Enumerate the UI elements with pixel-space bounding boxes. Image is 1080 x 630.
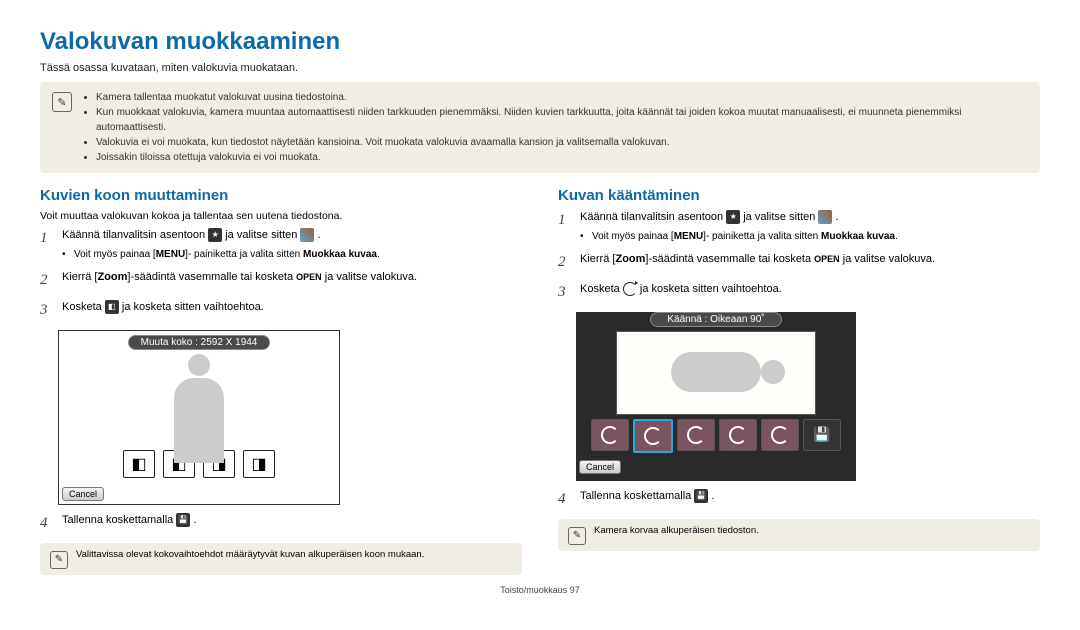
screenshot-label: Muuta koko : 2592 X 1944: [128, 335, 270, 350]
cancel-button[interactable]: Cancel: [579, 460, 621, 474]
tip-text: Valittavissa olevat kokovaihtoehdot määr…: [76, 549, 424, 569]
step-text: ]-säädintä vasemmalle tai kosketa: [127, 271, 296, 283]
zoom-label: Zoom: [97, 271, 127, 283]
resize-option-icon[interactable]: ◨: [243, 450, 275, 478]
step-text: .: [318, 229, 321, 241]
tip-text: Kamera korvaa alkuperäisen tiedoston.: [594, 525, 759, 545]
step-text: Tallenna koskettamalla: [62, 514, 176, 526]
note-icon: ✎: [50, 551, 68, 569]
step-text: Kierrä [: [62, 271, 97, 283]
rotate-option-icon[interactable]: [591, 419, 629, 451]
edit-image-icon: [300, 228, 314, 242]
rotate-screenshot: Käännä : Oikeaan 90˚ 💾 Cancel: [576, 312, 856, 481]
main-callout: ✎ Kamera tallentaa muokatut valokuvat uu…: [40, 82, 1040, 173]
resize-icon: ◧: [105, 300, 119, 314]
save-icon: 💾: [176, 513, 190, 527]
callout-bullet: Kamera tallentaa muokatut valokuvat uusi…: [96, 90, 1028, 105]
zoom-label: Zoom: [615, 253, 645, 265]
step-text: ja valitse sitten: [743, 211, 818, 223]
callout-bullet: Valokuvia ei voi muokata, kun tiedostot …: [96, 135, 1028, 150]
rotate-option-icon[interactable]: [719, 419, 757, 451]
step-number: 4: [558, 489, 570, 511]
step-text: Käännä tilanvalitsin asentoon: [580, 211, 726, 223]
bold-text: Muokkaa kuvaa: [821, 231, 895, 242]
edit-image-icon: [818, 210, 832, 224]
save-icon: 💾: [694, 489, 708, 503]
bullet-text: .: [895, 231, 898, 242]
callout-bullet: Kun muokkaat valokuvia, kamera muuntaa a…: [96, 105, 1028, 135]
intro-text: Tässä osassa kuvataan, miten valokuvia m…: [40, 62, 1040, 74]
step-number: 3: [40, 300, 52, 322]
step-text: ja kosketa sitten vaihtoehtoa.: [122, 301, 264, 313]
left-tip: ✎ Valittavissa olevat kokovaihtoehdot mä…: [40, 543, 522, 575]
rotate-option-icon[interactable]: [677, 419, 715, 451]
open-label: OPEN: [814, 254, 840, 264]
step-text: ]-säädintä vasemmalle tai kosketa: [645, 253, 814, 265]
menu-label: MENU: [674, 231, 703, 242]
step-text: Kosketa: [580, 283, 623, 295]
bold-text: Muokkaa kuvaa: [303, 249, 377, 260]
bullet-text: .: [377, 249, 380, 260]
right-heading: Kuvan kääntäminen: [558, 187, 1040, 204]
open-label: OPEN: [296, 272, 322, 282]
step-number: 4: [40, 513, 52, 535]
step-number: 3: [558, 282, 570, 304]
step-number: 2: [40, 270, 52, 292]
step-text: Käännä tilanvalitsin asentoon: [62, 229, 208, 241]
step-text: ja valitse sitten: [225, 229, 300, 241]
screenshot-label: Käännä : Oikeaan 90˚: [650, 312, 782, 327]
step-number: 2: [558, 252, 570, 274]
bullet-text: ]- painiketta ja valita sitten: [185, 249, 303, 260]
menu-label: MENU: [156, 249, 185, 260]
rotate-option-icon[interactable]: [761, 419, 799, 451]
step-text: Kierrä [: [580, 253, 615, 265]
step-text: ja valitse valokuva.: [322, 271, 417, 283]
bullet-text: Voit myös painaa [: [74, 249, 156, 260]
mode-dial-icon: ★: [726, 210, 740, 224]
save-option-icon[interactable]: 💾: [803, 419, 841, 451]
step-text: .: [836, 211, 839, 223]
step-text: Kosketa: [62, 301, 105, 313]
cancel-button[interactable]: Cancel: [62, 487, 104, 501]
left-intro: Voit muuttaa valokuvan kokoa ja tallenta…: [40, 210, 522, 222]
mode-dial-icon: ★: [208, 228, 222, 242]
step-number: 1: [558, 210, 570, 244]
step-text: Tallenna koskettamalla: [580, 490, 694, 502]
left-heading: Kuvien koon muuttaminen: [40, 187, 522, 204]
callout-bullet: Joissakin tiloissa otettuja valokuvia ei…: [96, 150, 1028, 165]
right-tip: ✎ Kamera korvaa alkuperäisen tiedoston.: [558, 519, 1040, 551]
step-text: .: [711, 490, 714, 502]
step-text: ja kosketa sitten vaihtoehtoa.: [640, 283, 782, 295]
note-icon: ✎: [52, 92, 72, 112]
step-text: .: [193, 514, 196, 526]
note-icon: ✎: [568, 527, 586, 545]
bullet-text: Voit myös painaa [: [592, 231, 674, 242]
rotate-icon: [623, 282, 637, 296]
page-footer: Toisto/muokkaus 97: [40, 585, 1040, 595]
step-number: 1: [40, 228, 52, 262]
page-title: Valokuvan muokkaaminen: [40, 28, 1040, 56]
rotate-option-icon[interactable]: [633, 419, 673, 453]
bullet-text: ]- painiketta ja valita sitten: [703, 231, 821, 242]
step-text: ja valitse valokuva.: [840, 253, 935, 265]
resize-option-icon[interactable]: ◧: [123, 450, 155, 478]
resize-screenshot: Muuta koko : 2592 X 1944 ◧ ◧ ◨ ◨ Cancel: [58, 330, 340, 505]
